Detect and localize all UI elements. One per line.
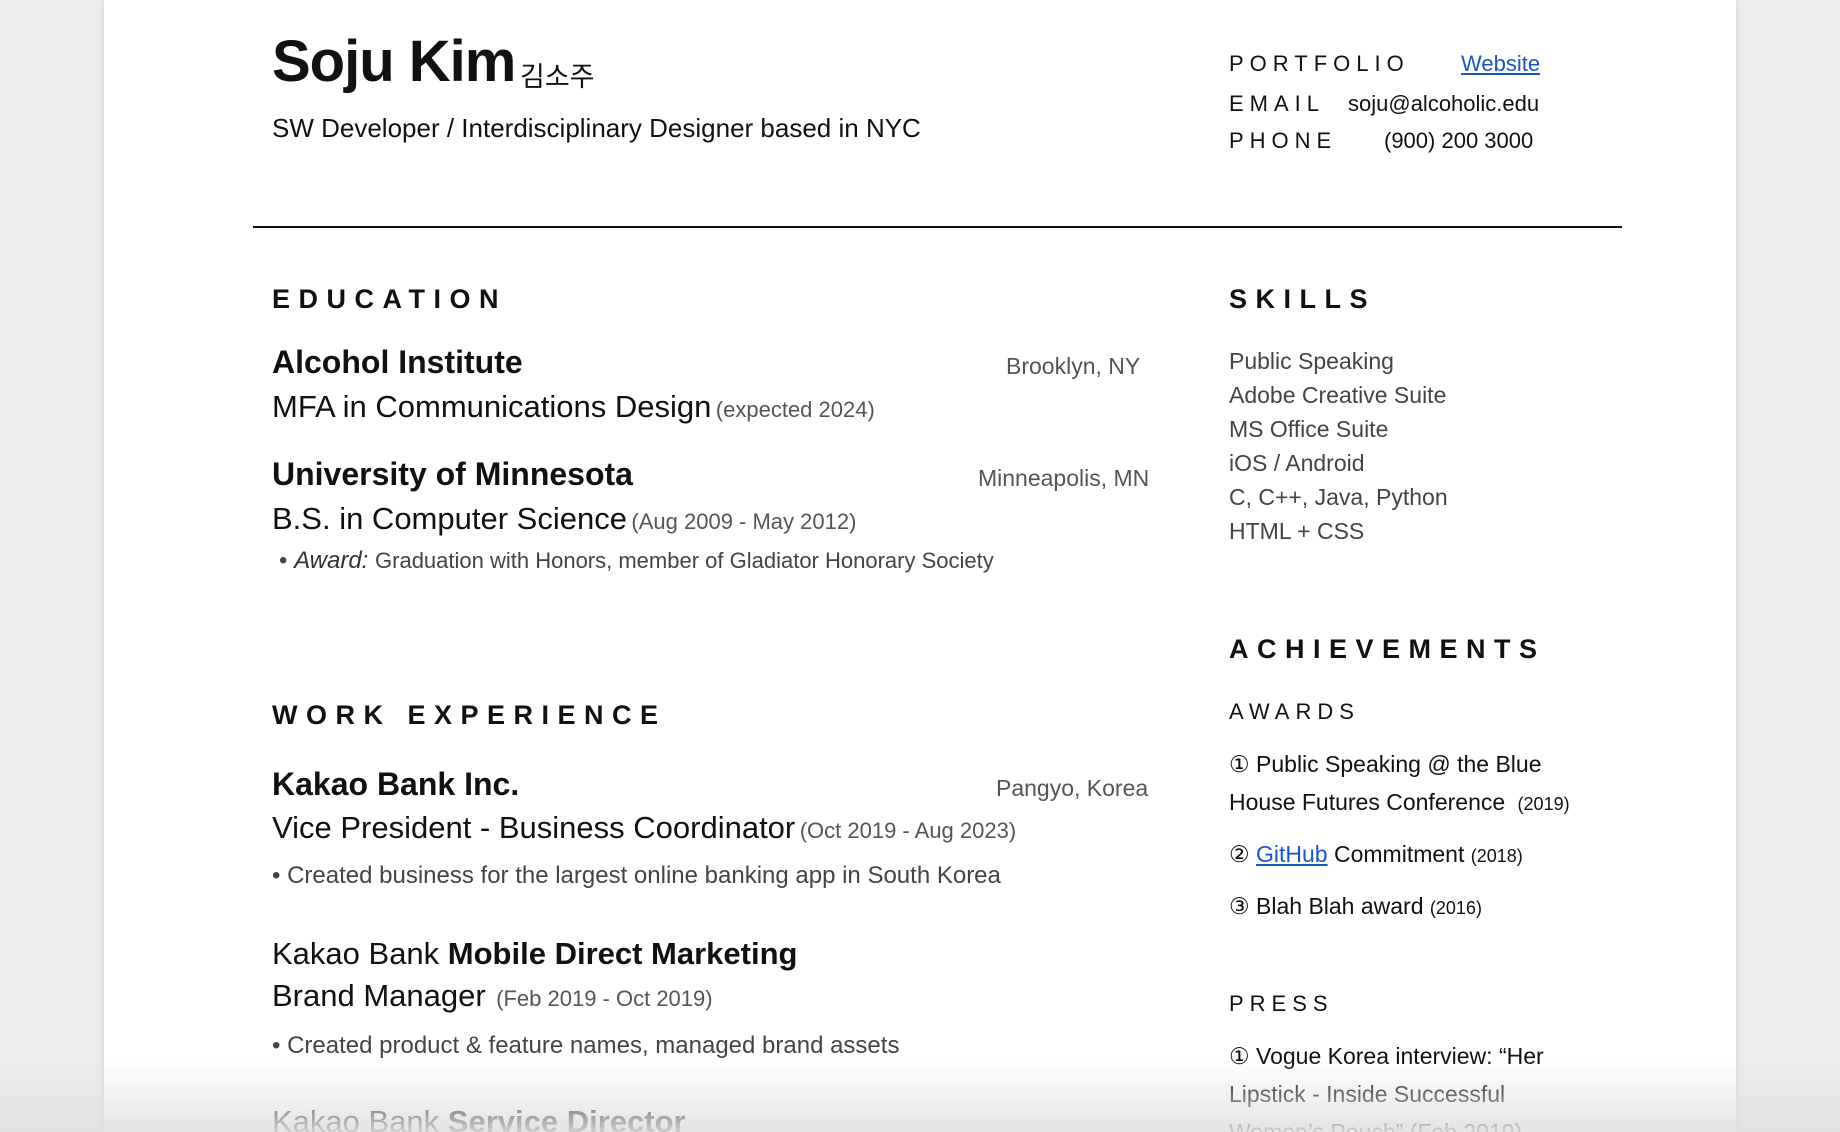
- email-value: soju@alcoholic.edu: [1348, 91, 1540, 116]
- press-item: ① Vogue Korea interview: “Her: [1229, 1043, 1544, 1070]
- award-text-line1: Public Speaking @ the Blue: [1256, 751, 1542, 777]
- press-heading: PRESS: [1229, 991, 1334, 1016]
- applicant-korean-name: 김소주: [520, 62, 595, 93]
- work-experience-heading: WORK EXPERIENCE: [272, 700, 667, 730]
- award-year: (2016): [1429, 898, 1482, 918]
- resume-page: Soju Kim 김소주 SW Developer / Interdiscipl…: [104, 0, 1736, 1132]
- achievements-heading: ACHIEVEMENTS: [1229, 634, 1546, 664]
- phone-label: PHONE: [1229, 128, 1338, 153]
- award-item: ② GitHub Commitment (2018): [1229, 841, 1523, 868]
- company-prefix: Kakao Bank: [272, 936, 440, 971]
- award-text-line2: House Futures Conference: [1229, 789, 1506, 815]
- skill-item: Adobe Creative Suite: [1229, 382, 1447, 408]
- award-year: (2019): [1517, 794, 1570, 814]
- skill-item: HTML + CSS: [1229, 518, 1365, 544]
- award-marker: ②: [1229, 841, 1250, 867]
- phone-value: (900) 200 3000: [1384, 128, 1534, 153]
- degree: B.S. in Computer Science: [272, 501, 627, 536]
- award-year: (2018): [1470, 846, 1523, 866]
- degree-line: MFA in Communications Design (expected 2…: [272, 389, 875, 425]
- award-marker: ①: [1229, 751, 1250, 777]
- role-line: Brand Manager (Feb 2019 - Oct 2019): [272, 978, 713, 1014]
- company-name: Kakao Bank Service Director: [272, 1104, 686, 1132]
- skill-item: MS Office Suite: [1229, 416, 1389, 442]
- degree-line: B.S. in Computer Science (Aug 2009 - May…: [272, 501, 856, 537]
- work-bullet-text: Created product & feature names, managed…: [287, 1032, 900, 1059]
- skills-heading: SKILLS: [1229, 284, 1377, 314]
- email-label: EMAIL: [1229, 91, 1326, 116]
- work-bullet-text: Created business for the largest online …: [287, 862, 1001, 889]
- award-bullet: • Award: Graduation with Honors, member …: [279, 547, 994, 574]
- applicant-name: Soju Kim: [272, 29, 516, 94]
- github-link[interactable]: GitHub: [1256, 841, 1328, 867]
- press-text-line1: Vogue Korea interview: “Her: [1256, 1043, 1544, 1069]
- work-bullet: • Created business for the largest onlin…: [272, 862, 1001, 889]
- company-location: Pangyo, Korea: [996, 775, 1149, 801]
- role-line: Vice President - Business Coordinator (O…: [272, 810, 1016, 846]
- press-marker: ①: [1229, 1043, 1250, 1069]
- company-prefix: Kakao Bank: [272, 1104, 440, 1132]
- degree-dates: (expected 2024): [715, 397, 875, 422]
- award-item: ① Public Speaking @ the Blue: [1229, 751, 1541, 778]
- award-item-continued: House Futures Conference (2019): [1229, 789, 1570, 816]
- award-text: Commitment: [1334, 841, 1465, 867]
- institution-location: Brooklyn, NY: [1006, 353, 1141, 379]
- award-text: Blah Blah award: [1256, 893, 1424, 919]
- skill-item: iOS / Android: [1229, 450, 1365, 476]
- role: Brand Manager: [272, 978, 486, 1013]
- work-bullet: • Created product & feature names, manag…: [272, 1032, 900, 1059]
- portfolio-label: PORTFOLIO: [1229, 51, 1410, 76]
- role-dates: (Feb 2019 - Oct 2019): [496, 986, 713, 1011]
- role-dates: (Oct 2019 - Aug 2023): [799, 818, 1017, 843]
- skill-item: C, C++, Java, Python: [1229, 484, 1448, 510]
- company-name: Kakao Bank Mobile Direct Marketing: [272, 936, 797, 972]
- award-text: Graduation with Honors, member of Gladia…: [375, 548, 994, 573]
- award-item: ③ Blah Blah award (2016): [1229, 893, 1482, 920]
- degree-dates: (Aug 2009 - May 2012): [631, 509, 857, 534]
- company-bold: Service Director: [447, 1104, 686, 1132]
- institution-name: University of Minnesota: [272, 456, 633, 492]
- skill-item: Public Speaking: [1229, 348, 1394, 374]
- header-divider: [253, 226, 1622, 228]
- company-bold: Mobile Direct Marketing: [447, 936, 798, 971]
- degree: MFA in Communications Design: [272, 389, 712, 424]
- institution-location: Minneapolis, MN: [978, 465, 1150, 491]
- portfolio-link[interactable]: Website: [1461, 51, 1540, 77]
- institution-name: Alcohol Institute: [272, 344, 523, 380]
- role: Vice President - Business Coordinator: [272, 810, 796, 845]
- press-item-continued: Lipstick - Inside Successful: [1229, 1081, 1506, 1107]
- award-marker: ③: [1229, 893, 1250, 919]
- press-item-continued: Women’s Pouch” (Feb 2019): [1229, 1119, 1523, 1132]
- company-name: Kakao Bank Inc.: [272, 766, 520, 802]
- awards-heading: AWARDS: [1229, 699, 1360, 724]
- tagline: SW Developer / Interdisciplinary Designe…: [272, 113, 921, 143]
- education-heading: EDUCATION: [272, 284, 507, 314]
- award-label: Award:: [294, 547, 369, 574]
